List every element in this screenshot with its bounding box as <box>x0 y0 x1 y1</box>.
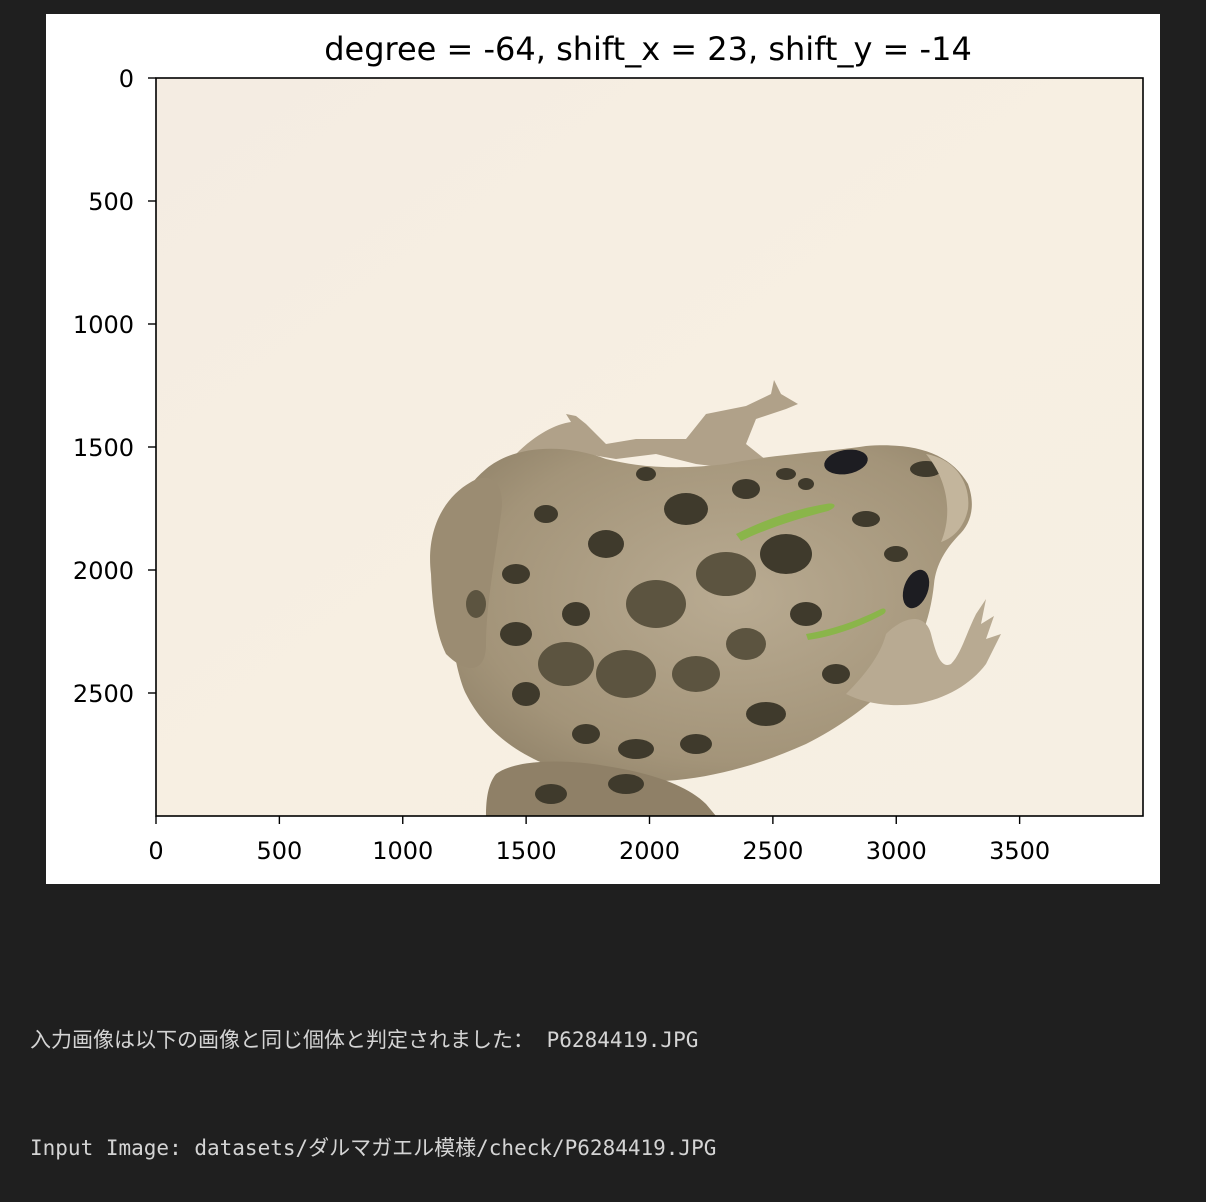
y-tick-label: 1000 <box>73 311 134 339</box>
figure: degree = -64, shift_x = 23, shift_y = -1… <box>46 14 1160 884</box>
x-tick-label: 2000 <box>619 837 680 865</box>
output-input-path-line: Input Image: datasets/ダルマガエル模様/check/P62… <box>30 1136 717 1160</box>
x-tick-label: 1500 <box>496 837 557 865</box>
image-axes: 0 500 1000 1500 2000 2500 3000 3500 0 500 1000 1500… <box>73 65 1144 865</box>
x-tick-label: 1000 <box>372 837 433 865</box>
plot-svg: degree = -64, shift_x = 23, shift_y = -1… <box>73 30 1144 865</box>
x-tick-label: 2500 <box>742 837 803 865</box>
y-tick-label: 1500 <box>73 434 134 462</box>
y-tick-label: 0 <box>119 65 134 93</box>
x-tick-label: 3500 <box>989 837 1050 865</box>
console-output: 入力画像は以下の画像と同じ個体と判定されました： P6284419.JPG In… <box>30 950 716 1202</box>
x-tick-label: 3000 <box>866 837 927 865</box>
chart-title: degree = -64, shift_x = 23, shift_y = -1… <box>324 30 972 68</box>
output-result-line: 入力画像は以下の画像と同じ個体と判定されました： P6284419.JPG <box>30 1028 699 1052</box>
x-tick-label: 0 <box>148 837 163 865</box>
y-tick-label: 500 <box>88 188 134 216</box>
x-tick-label: 500 <box>256 837 302 865</box>
y-tick-label: 2500 <box>73 680 134 708</box>
y-tick-label: 2000 <box>73 557 134 585</box>
